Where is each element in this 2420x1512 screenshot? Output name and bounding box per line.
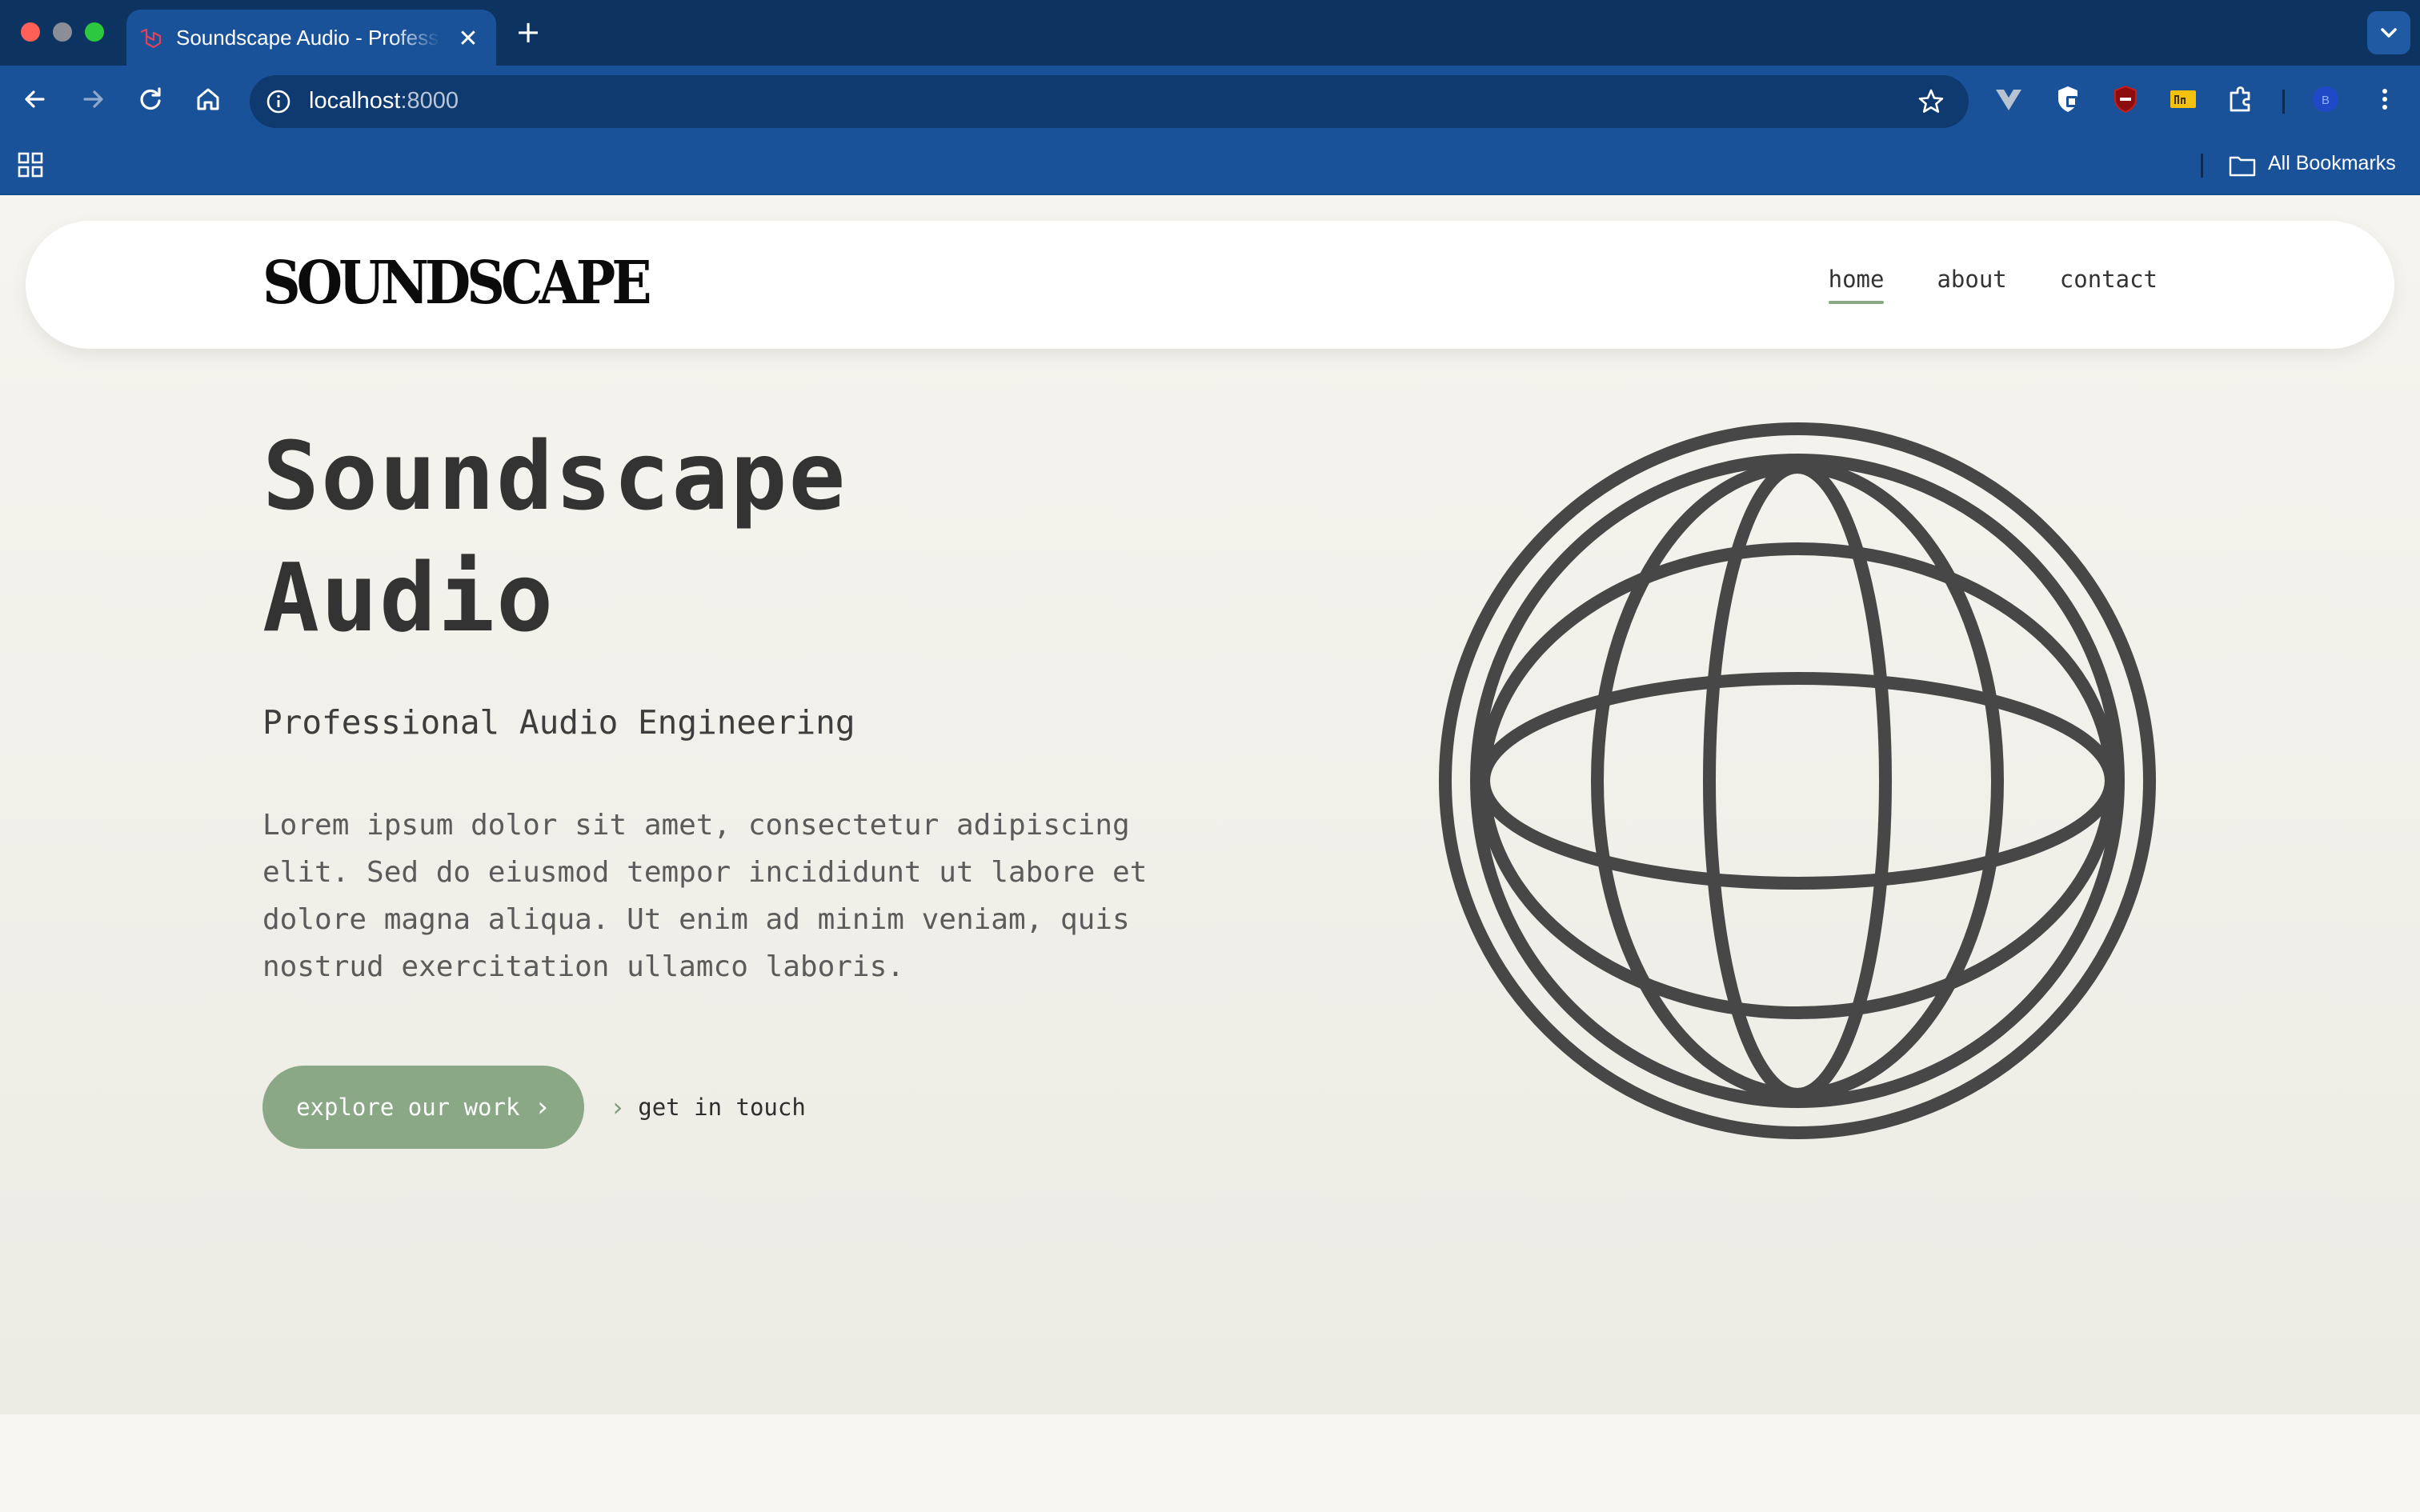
url-host: localhost — [309, 88, 401, 114]
hero-subtitle: Professional Audio Engineering — [262, 703, 855, 742]
browser-menu-icon[interactable] — [2367, 82, 2402, 117]
site-logo[interactable]: SOUNDSCAPE — [262, 247, 652, 317]
hero-title-line-2: Audio — [262, 542, 555, 653]
back-arrow-icon[interactable] — [18, 82, 53, 117]
nav-link-home[interactable]: home — [1828, 266, 1884, 304]
toolbar-divider — [2282, 90, 2285, 114]
maximize-window-button[interactable] — [85, 22, 104, 42]
puzzle-extensions-icon[interactable] — [2223, 82, 2258, 117]
browser-tab-active[interactable]: Soundscape Audio - Professional Audio En… — [126, 10, 496, 66]
profile-avatar-icon[interactable]: B — [2308, 82, 2343, 117]
chevron-right-icon: › — [610, 1092, 626, 1122]
site-nav-links: home about contact — [1828, 266, 2158, 304]
forward-arrow-icon[interactable] — [75, 82, 110, 117]
browser-toolbar: localhost:8000 B — [0, 66, 2420, 131]
tab-title: Soundscape Audio - Professional Audio En… — [176, 26, 440, 50]
laravel-icon — [140, 28, 162, 49]
folder-extension-icon[interactable] — [2166, 82, 2201, 117]
tab-search-button[interactable] — [2367, 11, 2410, 54]
vue-devtools-extension-icon[interactable] — [1991, 82, 2026, 117]
site-info-icon[interactable] — [264, 87, 293, 116]
get-in-touch-link[interactable]: › get in touch — [610, 1088, 806, 1126]
close-tab-icon[interactable]: ✕ — [455, 26, 482, 53]
hero-description: Lorem ipsum dolor sit amet, consectetur … — [262, 809, 1148, 983]
hero-title-line-1: Soundscape — [262, 421, 847, 531]
apps-grid-icon[interactable] — [16, 150, 45, 179]
bookmarks-bar: All Bookmarks — [0, 131, 2420, 195]
minimize-window-button[interactable] — [53, 22, 72, 42]
url-port: :8000 — [400, 88, 459, 114]
address-bar[interactable]: localhost:8000 — [250, 75, 1969, 128]
chevron-down-icon — [2381, 28, 2397, 38]
all-bookmarks-link[interactable]: All Bookmarks — [2268, 152, 2396, 175]
profile-initial: B — [2322, 94, 2330, 107]
close-window-button[interactable] — [21, 22, 40, 42]
nav-link-contact[interactable]: contact — [2060, 266, 2158, 304]
url-text[interactable]: localhost:8000 — [309, 88, 459, 114]
browser-tab-strip: Soundscape Audio - Professional Audio En… — [0, 0, 2420, 66]
get-in-touch-label: get in touch — [638, 1094, 806, 1121]
home-icon[interactable] — [190, 82, 226, 117]
hero-title: Soundscape Audio — [262, 415, 1223, 658]
nav-link-about[interactable]: about — [1937, 266, 2006, 304]
new-tab-button[interactable]: + — [512, 16, 544, 48]
explore-our-work-button[interactable]: explore our work › — [262, 1066, 584, 1149]
site-header: SOUNDSCAPE home about contact — [26, 221, 2394, 349]
bookmarks-divider — [2201, 154, 2203, 178]
shield-extension-icon[interactable] — [2050, 82, 2085, 117]
explore-button-label: explore our work — [296, 1094, 520, 1121]
hero-section: SOUNDSCAPE home about contact Soundscape… — [0, 195, 2420, 1414]
globe-icon — [1439, 422, 2156, 1139]
page-viewport: SOUNDSCAPE home about contact Soundscape… — [0, 195, 2420, 1512]
folder-icon[interactable] — [2228, 154, 2257, 178]
ublock-extension-icon[interactable] — [2108, 82, 2143, 117]
bookmark-star-icon[interactable] — [1916, 86, 1946, 117]
reload-icon[interactable] — [133, 82, 168, 117]
chevron-right-icon: › — [534, 1091, 551, 1123]
